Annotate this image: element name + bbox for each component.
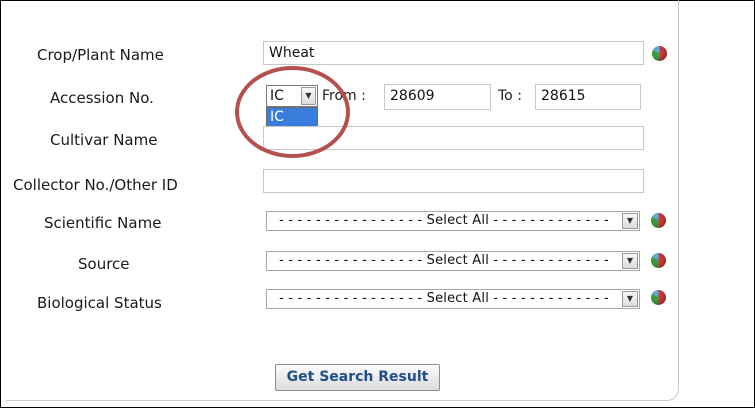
crop-name-label: Crop/Plant Name [37,46,164,64]
chevron-down-icon[interactable]: ▼ [301,87,316,105]
globe-icon[interactable] [651,290,666,305]
accession-to-label: To : [498,88,522,104]
scientific-name-value: - - - - - - - - - - - - - - - - Select A… [279,213,609,228]
scientific-name-select[interactable]: - - - - - - - - - - - - - - - - Select A… [266,211,640,231]
accession-from-label: From : [322,88,366,104]
accession-from-input[interactable]: 28609 [384,84,491,110]
accession-prefix-select[interactable]: IC ▼ [266,85,318,107]
biological-status-label: Biological Status [37,294,162,312]
globe-icon[interactable] [652,46,667,61]
biological-status-value: - - - - - - - - - - - - - - - - Select A… [279,291,609,306]
collector-id-input[interactable] [263,169,644,193]
accession-prefix-value: IC [270,88,284,104]
cultivar-name-label: Cultivar Name [50,131,158,149]
accession-to-input[interactable]: 28615 [535,84,641,110]
chevron-down-icon[interactable]: ▼ [622,253,638,269]
dropdown-option-ic[interactable]: IC [267,108,317,127]
chevron-down-icon[interactable]: ▼ [622,291,638,307]
accession-label: Accession No. [50,89,154,107]
biological-status-select[interactable]: - - - - - - - - - - - - - - - - Select A… [266,289,640,309]
crop-name-input[interactable]: Wheat [263,41,644,65]
source-select[interactable]: - - - - - - - - - - - - - - - - Select A… [266,251,640,271]
globe-icon[interactable] [651,213,666,228]
source-value: - - - - - - - - - - - - - - - - Select A… [279,253,609,268]
collector-id-label: Collector No./Other ID [13,176,178,194]
globe-icon[interactable] [651,253,666,268]
scientific-name-label: Scientific Name [44,214,162,232]
chevron-down-icon[interactable]: ▼ [622,213,638,229]
get-search-result-button[interactable]: Get Search Result [275,364,440,391]
cultivar-name-input[interactable] [263,126,644,150]
source-label: Source [78,255,130,273]
